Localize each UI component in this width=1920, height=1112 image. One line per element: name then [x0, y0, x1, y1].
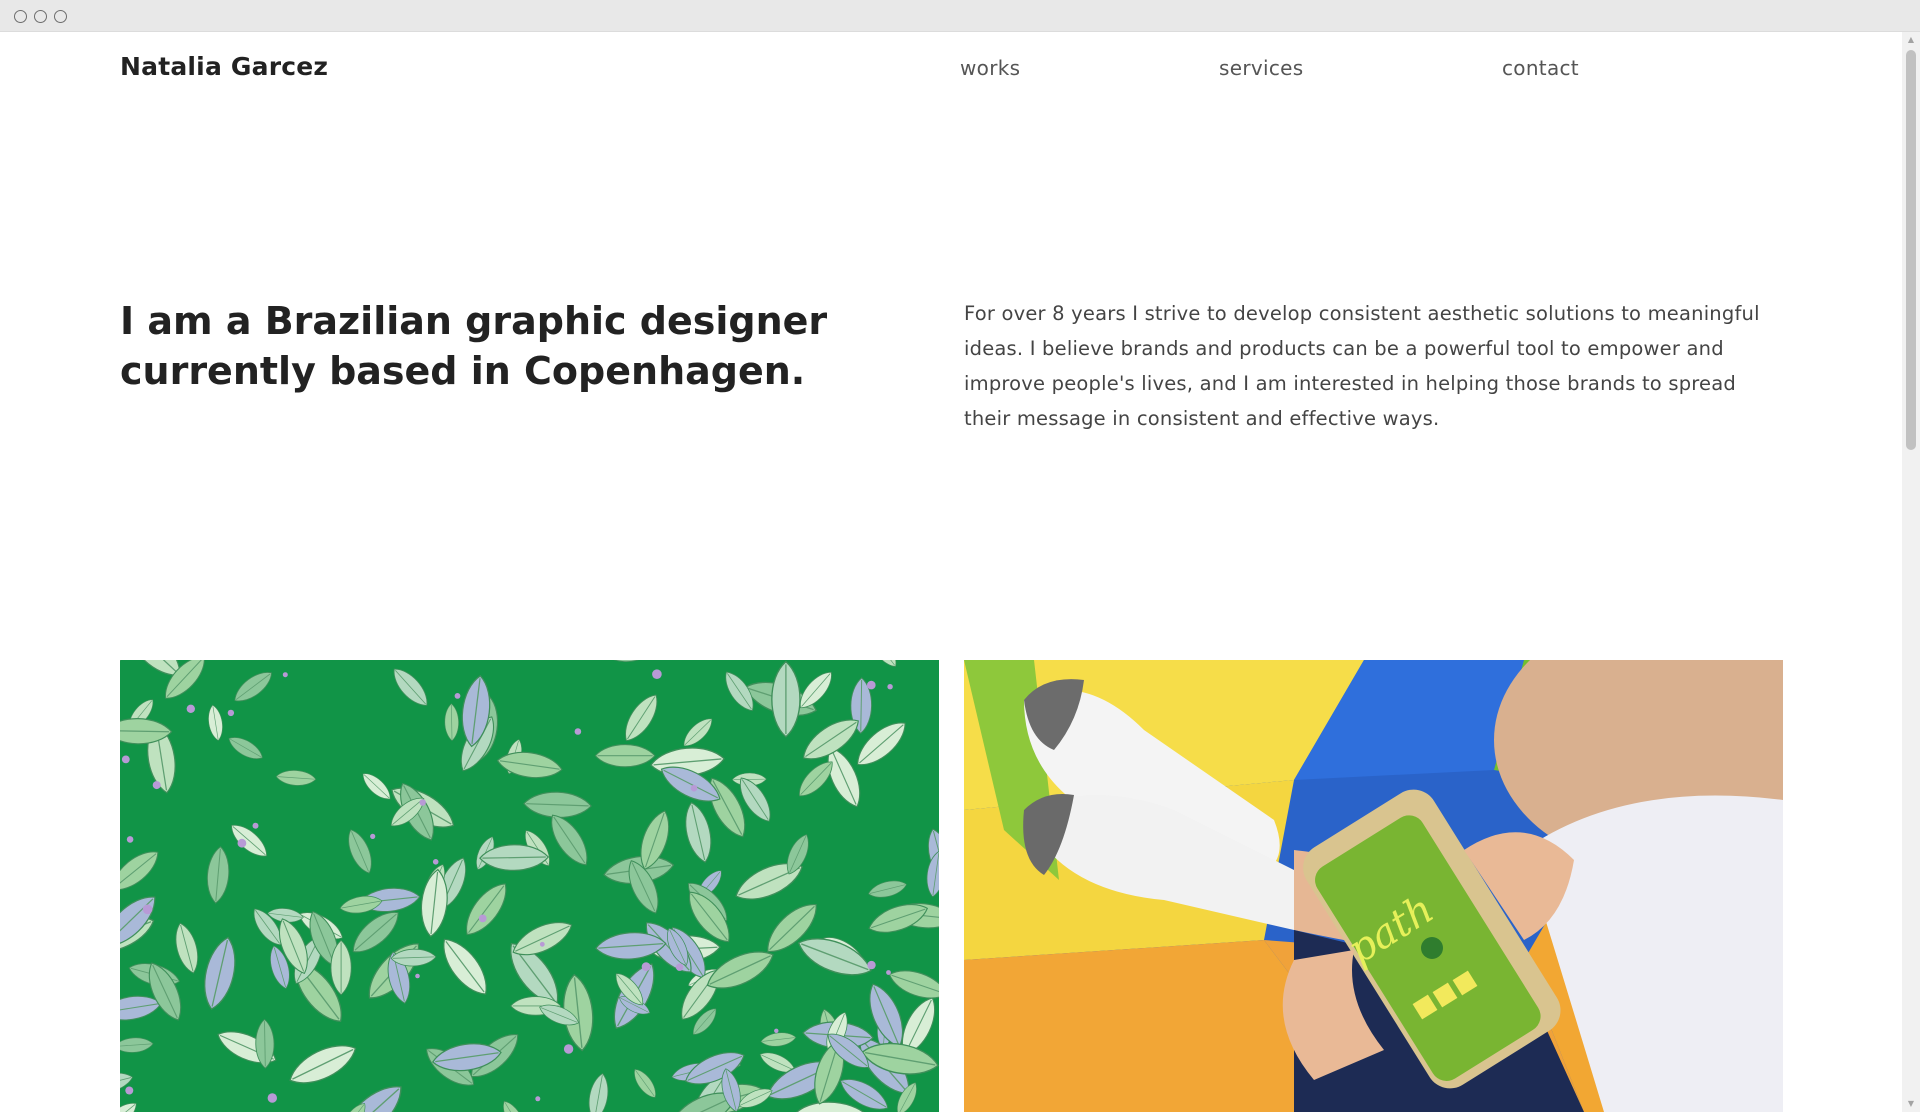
leaf-shape — [503, 1100, 525, 1112]
flower-dot — [535, 1096, 541, 1102]
flower-dot — [237, 838, 247, 848]
leaf-shape — [496, 751, 563, 779]
leaf-shape — [760, 1032, 797, 1047]
leaf-shape — [204, 936, 236, 1010]
leaf-shape — [234, 672, 272, 702]
leaf-shape — [341, 1086, 402, 1112]
flower-dot — [121, 755, 130, 764]
site-logo[interactable]: Natalia Garcez — [120, 52, 328, 81]
flower-dot — [867, 680, 876, 690]
leaf-shape — [523, 791, 592, 818]
hero-headline: I am a Brazilian graphic designer curren… — [120, 299, 828, 393]
leaf-shape — [444, 703, 459, 742]
flower-dot — [454, 693, 461, 699]
nav-link-works[interactable]: works — [960, 56, 1020, 80]
window-zoom-button[interactable] — [54, 10, 67, 23]
flower-dot — [370, 833, 376, 839]
flower-dot — [641, 962, 651, 971]
flower-dot — [415, 973, 420, 979]
child-phone-photo: path — [964, 660, 1783, 1112]
flower-dot — [539, 941, 545, 947]
flower-dot — [675, 963, 684, 971]
leaf-shape — [120, 1037, 154, 1053]
leaf-shape — [683, 718, 713, 747]
leaf-shape — [231, 824, 268, 857]
leaf-shape — [870, 660, 897, 667]
flower-dot — [186, 704, 195, 713]
page-viewport: Natalia Garcez works services contact I … — [0, 32, 1902, 1112]
project-tile-path-app[interactable]: path — [964, 660, 1783, 1112]
leaf-shape — [634, 1069, 656, 1098]
flower-dot — [774, 1028, 779, 1033]
leaf-shape — [466, 883, 507, 936]
nav-link-contact[interactable]: contact — [1502, 56, 1579, 80]
flower-dot — [690, 784, 698, 792]
leaf-shape — [800, 671, 832, 709]
leaf-shape — [348, 829, 372, 874]
flower-dot — [478, 914, 487, 923]
leaf-shape — [551, 814, 588, 866]
window-minimize-button[interactable] — [34, 10, 47, 23]
vertical-scrollbar[interactable]: ▲ ▼ — [1902, 32, 1920, 1112]
flower-dot — [867, 960, 876, 970]
flower-dot — [125, 1086, 134, 1095]
flower-dot — [267, 1093, 277, 1103]
flower-dot — [432, 859, 439, 865]
leaf-shape — [599, 660, 649, 662]
leaf-shape — [289, 1045, 357, 1084]
leaf-shape — [888, 970, 939, 999]
flower-dot — [419, 799, 426, 806]
flower-dot — [886, 970, 891, 975]
scrollbar-thumb[interactable] — [1906, 50, 1916, 450]
flower-dot — [574, 728, 582, 735]
project-tile-leaf-pattern[interactable] — [120, 660, 939, 1112]
flower-dot — [152, 781, 161, 790]
leaf-shape — [625, 694, 658, 742]
flower-dot — [563, 1044, 574, 1054]
leaf-shape — [362, 773, 391, 800]
scroll-down-icon[interactable]: ▼ — [1902, 1096, 1920, 1112]
leaf-shape — [685, 801, 712, 863]
leaf-pattern-image — [120, 660, 939, 1112]
leaf-shape — [588, 1073, 609, 1112]
leaf-shape — [175, 922, 199, 974]
flower-dot — [227, 709, 235, 717]
leaf-shape — [206, 846, 230, 904]
leaf-shape — [120, 1102, 137, 1112]
leaf-shape — [443, 938, 487, 995]
flower-dot — [142, 904, 153, 915]
browser-title-bar — [0, 0, 1920, 32]
flower-dot — [282, 672, 288, 678]
leaf-shape — [771, 660, 801, 738]
flower-dot — [252, 822, 259, 829]
nav-link-services[interactable]: services — [1219, 56, 1303, 80]
leaf-shape — [275, 770, 317, 786]
leaf-shape — [208, 704, 223, 741]
flower-dot — [887, 684, 893, 690]
leaf-shape — [393, 668, 428, 706]
window-close-button[interactable] — [14, 10, 27, 23]
flower-dot — [652, 669, 662, 679]
scroll-up-icon[interactable]: ▲ — [1902, 32, 1920, 48]
leaf-shape — [594, 744, 656, 768]
leaf-shape — [120, 660, 130, 676]
flower-dot — [126, 836, 134, 843]
leaf-shape — [228, 737, 263, 760]
leaf-shape — [120, 851, 159, 891]
leaf-shape — [868, 880, 907, 898]
hero-intro-text: For over 8 years I strive to develop con… — [964, 302, 1760, 430]
